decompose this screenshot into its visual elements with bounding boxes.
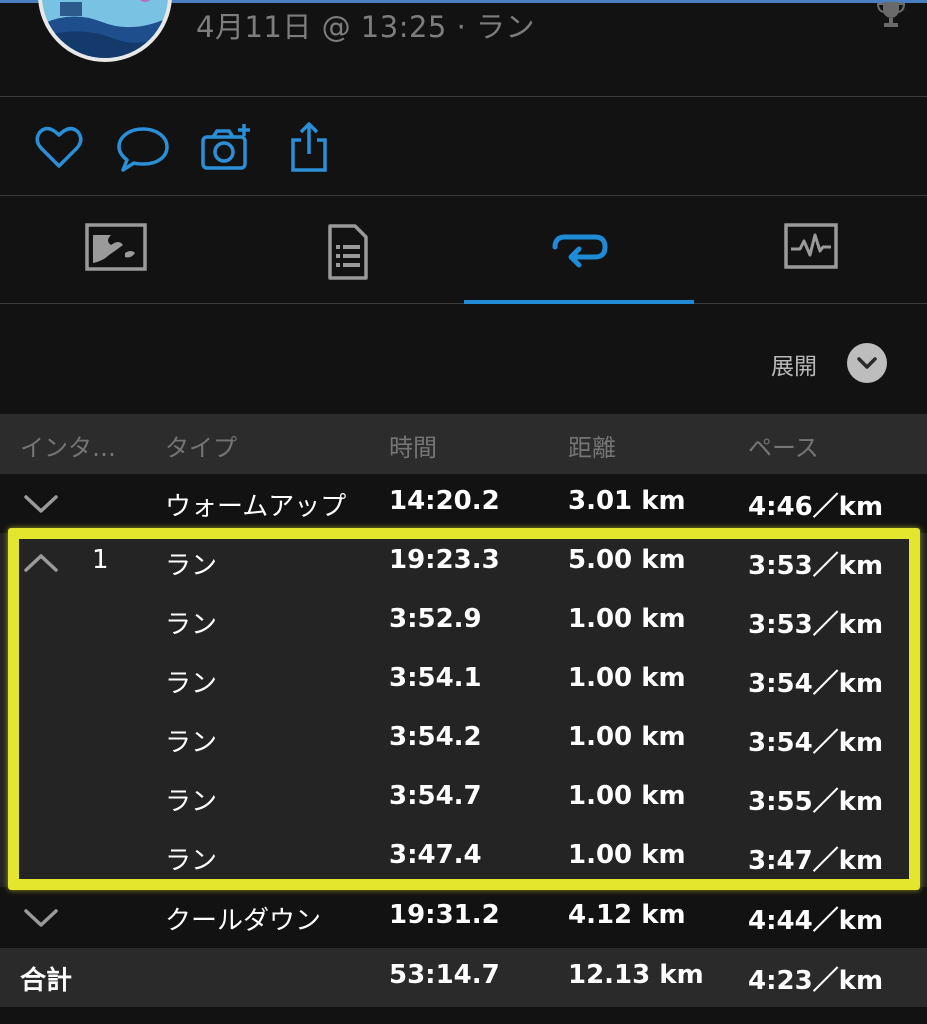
cell-distance: 1.00 km <box>568 781 686 811</box>
chevron-down-icon[interactable] <box>22 905 60 931</box>
cell-pace: 3:53／km <box>748 610 884 640</box>
cell-pace: 3:47／km <box>748 846 884 876</box>
cell-time: 3:54.1 <box>389 663 482 693</box>
cell-distance: 1.00 km <box>568 663 686 693</box>
tab-details[interactable] <box>232 197 463 304</box>
total-time: 53:14.7 <box>389 960 500 990</box>
total-row: 合計 53:14.7 12.13 km 4:23／km <box>0 948 927 1007</box>
table-row[interactable]: ラン 3:52.9 1.00 km 3:53／km <box>0 592 927 651</box>
cell-pace: 3:53／km <box>748 551 884 581</box>
cell-type: クールダウン <box>165 906 322 936</box>
details-icon <box>327 224 368 280</box>
tab-map[interactable] <box>0 197 231 304</box>
cell-distance: 1.00 km <box>568 604 686 634</box>
table-row[interactable]: ラン 3:54.1 1.00 km 3:54／km <box>0 651 927 710</box>
activity-meta: 4月11日 @ 13:25 · ラン <box>196 10 536 44</box>
cell-time: 3:54.2 <box>389 722 482 752</box>
action-bar <box>0 98 927 196</box>
cell-pace: 4:46／km <box>748 492 884 522</box>
heart-icon[interactable] <box>31 120 87 176</box>
expand-button[interactable] <box>847 343 887 383</box>
cell-type: ラン <box>165 728 218 758</box>
avatar-image <box>42 0 168 58</box>
table-row[interactable]: ラン 3:54.7 1.00 km 3:55／km <box>0 769 927 828</box>
trophy-icon[interactable] <box>876 0 906 28</box>
cell-time: 14:20.2 <box>389 486 500 516</box>
cell-type: ラン <box>165 787 218 817</box>
cell-pace: 3:54／km <box>748 669 884 699</box>
tab-bar <box>0 197 927 304</box>
table-row[interactable]: クールダウン 19:31.2 4.12 km 4:44／km <box>0 888 927 947</box>
map-icon <box>84 223 147 271</box>
expand-label[interactable]: 展開 <box>771 347 817 381</box>
cell-pace: 3:55／km <box>748 787 884 817</box>
cell-type: ラン <box>165 610 218 640</box>
cell-type: ラン <box>165 551 218 581</box>
share-icon[interactable] <box>281 120 337 176</box>
table-header: インタ… タイプ 時間 距離 ペース <box>0 414 927 474</box>
cell-distance: 4.12 km <box>568 900 686 930</box>
chevron-down-icon[interactable] <box>22 491 60 517</box>
header-interval: インタ… <box>20 434 116 462</box>
cell-time: 3:47.4 <box>389 840 482 870</box>
table-row[interactable]: ラン 3:54.2 1.00 km 3:54／km <box>0 710 927 769</box>
header-distance: 距離 <box>568 434 616 462</box>
total-label: 合計 <box>20 966 73 996</box>
cell-time: 3:52.9 <box>389 604 482 634</box>
avatar[interactable] <box>38 0 172 62</box>
header-time: 時間 <box>389 434 437 462</box>
total-pace: 4:23／km <box>748 966 884 996</box>
cell-type: ウォームアップ <box>165 492 347 522</box>
cell-pace: 3:54／km <box>748 728 884 758</box>
tab-stats[interactable] <box>695 197 926 304</box>
cell-distance: 3.01 km <box>568 486 686 516</box>
cell-distance: 1.00 km <box>568 722 686 752</box>
tab-laps[interactable] <box>464 197 695 304</box>
comment-icon[interactable] <box>115 120 171 176</box>
cell-distance: 5.00 km <box>568 545 686 575</box>
table-row[interactable]: ウォームアップ 14:20.2 3.01 km 4:46／km <box>0 474 927 533</box>
stats-icon <box>783 223 838 269</box>
table-row[interactable]: ラン 3:47.4 1.00 km 3:47／km <box>0 828 927 887</box>
cell-type: ラン <box>165 669 218 699</box>
header-type: タイプ <box>165 434 237 462</box>
chevron-down-icon <box>857 357 877 369</box>
chevron-up-icon[interactable] <box>22 550 60 576</box>
cell-interval: 1 <box>92 545 109 575</box>
bottom-spacer <box>0 1007 927 1024</box>
active-tab-indicator <box>464 300 694 304</box>
laps-icon <box>552 234 608 268</box>
cell-type: ラン <box>165 846 218 876</box>
cell-time: 19:23.3 <box>389 545 500 575</box>
header-pace: ペース <box>748 434 819 462</box>
camera-add-icon[interactable] <box>198 120 254 176</box>
activity-header: 4月11日 @ 13:25 · ラン <box>0 0 927 97</box>
cell-pace: 4:44／km <box>748 906 884 936</box>
cell-distance: 1.00 km <box>568 840 686 870</box>
cell-time: 3:54.7 <box>389 781 482 811</box>
total-distance: 12.13 km <box>568 960 704 990</box>
table-row[interactable]: 1 ラン 19:23.3 5.00 km 3:53／km <box>0 533 927 592</box>
cell-time: 19:31.2 <box>389 900 500 930</box>
